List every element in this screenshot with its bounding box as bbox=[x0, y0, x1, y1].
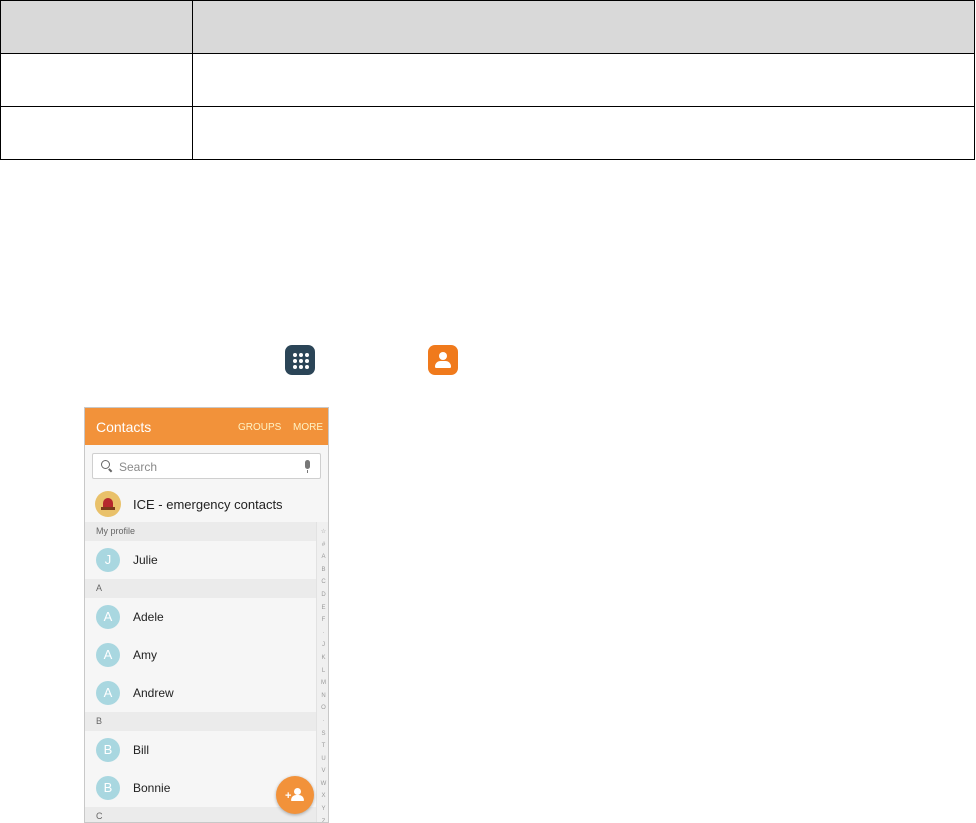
contact-name: Bonnie bbox=[133, 781, 171, 795]
index-letter[interactable]: F bbox=[322, 614, 326, 627]
section-header: B bbox=[85, 712, 317, 731]
index-letter[interactable]: B bbox=[321, 564, 325, 577]
contacts-app-screenshot: Contacts GROUPS MORE Search ICE - emerge… bbox=[84, 407, 329, 823]
search-icon bbox=[101, 460, 110, 469]
table-row bbox=[0, 106, 975, 160]
document-table bbox=[0, 0, 975, 160]
apps-grid-dot bbox=[299, 353, 303, 357]
contacts-app-icon bbox=[428, 345, 458, 375]
contact-body-shape bbox=[435, 361, 451, 368]
apps-grid-dot bbox=[293, 359, 297, 363]
index-letter[interactable]: ☆ bbox=[321, 526, 326, 539]
apps-grid-dot bbox=[305, 359, 309, 363]
contact-name: Amy bbox=[133, 648, 157, 662]
groups-button[interactable]: GROUPS bbox=[238, 422, 281, 433]
table-cell bbox=[192, 0, 975, 54]
microphone-icon[interactable] bbox=[305, 460, 310, 473]
index-letter[interactable]: N bbox=[321, 690, 325, 703]
apps-grid-dot bbox=[293, 353, 297, 357]
index-letter[interactable]: E bbox=[321, 602, 325, 615]
ice-label: ICE - emergency contacts bbox=[133, 497, 283, 512]
contact-row[interactable]: A Amy bbox=[85, 636, 317, 674]
apps-grid-dot bbox=[299, 365, 303, 369]
apps-grid-dot bbox=[299, 359, 303, 363]
section-header: A bbox=[85, 579, 317, 598]
alphabet-index-scrollbar[interactable]: ☆ # A B C D E F · J K L M N O · S T U V W X Y Z bbox=[316, 522, 328, 822]
table-cell bbox=[0, 53, 193, 107]
section-header: My profile bbox=[85, 522, 317, 541]
siren-base bbox=[101, 507, 115, 510]
index-letter[interactable]: T bbox=[322, 740, 326, 753]
apps-grid-dot bbox=[293, 365, 297, 369]
apps-grid-icon bbox=[285, 345, 315, 375]
search-field[interactable]: Search bbox=[92, 453, 321, 479]
index-letter[interactable]: V bbox=[321, 765, 325, 778]
index-letter[interactable]: U bbox=[321, 753, 325, 766]
contact-row[interactable]: A Andrew bbox=[85, 674, 317, 712]
contact-row[interactable]: B Bill bbox=[85, 731, 317, 769]
index-letter[interactable]: O bbox=[321, 702, 326, 715]
index-letter[interactable]: D bbox=[321, 589, 325, 602]
contact-head-shape bbox=[439, 352, 447, 360]
index-letter[interactable]: J bbox=[322, 639, 325, 652]
contact-avatar: J bbox=[96, 548, 120, 572]
contact-avatar: A bbox=[96, 605, 120, 629]
contact-name: Julie bbox=[133, 553, 158, 567]
index-letter[interactable]: M bbox=[321, 677, 326, 690]
contact-avatar: A bbox=[96, 643, 120, 667]
index-letter[interactable]: A bbox=[321, 551, 325, 564]
index-letters: ☆ # A B C D E F · J K L M N O · S T U V W X Y Z bbox=[317, 522, 328, 822]
contact-name: Bill bbox=[133, 743, 150, 757]
add-contact-icon-body bbox=[291, 795, 304, 801]
search-placeholder: Search bbox=[119, 460, 158, 474]
table-cell bbox=[0, 106, 193, 160]
contact-avatar: B bbox=[96, 776, 120, 800]
contact-row[interactable]: J Julie bbox=[85, 541, 317, 579]
index-letter[interactable]: L bbox=[322, 665, 325, 678]
index-letter[interactable]: C bbox=[321, 576, 325, 589]
table-row bbox=[0, 53, 975, 107]
apps-grid-dot bbox=[305, 365, 309, 369]
contact-avatar: A bbox=[96, 681, 120, 705]
apps-grid-dot bbox=[305, 353, 309, 357]
app-title: Contacts bbox=[96, 419, 152, 435]
table-cell bbox=[192, 53, 975, 107]
contact-list: My profile J Julie A A Adele A Amy A Andrew B B Bill… bbox=[85, 522, 317, 822]
index-letter[interactable]: Y bbox=[321, 803, 325, 816]
ice-siren-icon bbox=[95, 491, 121, 517]
table-cell bbox=[0, 0, 193, 54]
app-bar: Contacts GROUPS MORE bbox=[85, 408, 328, 445]
contact-row[interactable]: A Adele bbox=[85, 598, 317, 636]
index-letter[interactable]: · bbox=[323, 627, 325, 640]
table-header-row bbox=[0, 0, 975, 54]
contact-avatar: B bbox=[96, 738, 120, 762]
index-letter[interactable]: S bbox=[321, 728, 325, 741]
contact-name: Andrew bbox=[133, 686, 174, 700]
index-letter[interactable]: W bbox=[321, 778, 327, 791]
add-contact-icon bbox=[294, 788, 301, 795]
table-cell bbox=[192, 106, 975, 160]
ice-emergency-contacts-row[interactable]: ICE - emergency contacts bbox=[85, 486, 328, 522]
contact-name: Adele bbox=[133, 610, 164, 624]
index-letter[interactable]: Z bbox=[322, 816, 326, 822]
more-button[interactable]: MORE bbox=[293, 422, 323, 433]
index-letter[interactable]: X bbox=[321, 790, 325, 803]
index-letter[interactable]: K bbox=[321, 652, 325, 665]
siren-dome bbox=[103, 498, 113, 507]
add-contact-button[interactable]: + bbox=[276, 776, 314, 814]
index-letter[interactable]: # bbox=[322, 539, 325, 552]
index-letter[interactable]: · bbox=[323, 715, 325, 728]
